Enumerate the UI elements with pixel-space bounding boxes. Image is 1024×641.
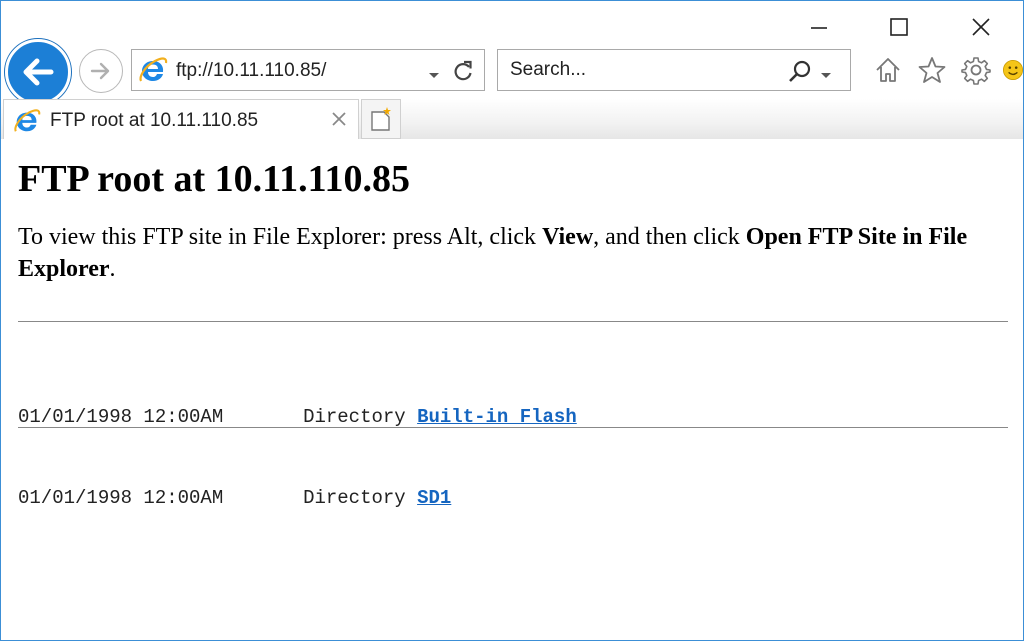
address-bar[interactable]: ftp://10.11.110.85/ — [131, 49, 485, 91]
search-icon — [789, 60, 811, 82]
close-window-button[interactable] — [961, 9, 1001, 45]
home-icon — [876, 58, 900, 82]
instructions-end: . — [109, 256, 116, 282]
instructions-text: To view this FTP site in File Explorer: … — [18, 221, 1008, 285]
close-icon — [972, 18, 990, 36]
refresh-button[interactable] — [452, 59, 474, 88]
search-dropdown-button[interactable] — [820, 67, 832, 85]
entry-date: 01/01/1998 12:00AM — [18, 406, 224, 428]
tab-ftp-root[interactable]: FTP root at 10.11.110.85 — [3, 99, 359, 139]
browser-window: ftp://10.11.110.85/ FTP r — [0, 0, 1024, 641]
favorites-star-icon — [918, 57, 946, 83]
instructions-part2: , and then click — [593, 224, 746, 250]
directory-link-sd1[interactable]: SD1 — [417, 487, 451, 509]
ie-logo-icon — [138, 55, 168, 90]
maximize-button[interactable] — [879, 9, 919, 45]
separator-top — [18, 321, 1008, 322]
settings-gear-icon — [961, 57, 991, 85]
ie-logo-icon — [13, 107, 41, 140]
tab-close-button[interactable] — [330, 110, 348, 133]
entry-type: Directory — [303, 406, 406, 428]
maximize-icon — [890, 18, 908, 36]
favorites-button[interactable] — [915, 53, 949, 87]
back-arrow-icon — [23, 58, 54, 86]
minimize-icon — [811, 27, 827, 29]
instructions-part1: To view this FTP site in File Explorer: … — [18, 224, 543, 250]
tab-close-icon — [332, 112, 346, 126]
tab-strip: FTP root at 10.11.110.85 — [1, 99, 1023, 139]
forward-arrow-icon — [90, 62, 110, 80]
page-heading: FTP root at 10.11.110.85 — [18, 158, 410, 200]
search-input[interactable] — [510, 58, 770, 82]
minimize-button[interactable] — [799, 9, 839, 45]
dropdown-icon — [821, 73, 831, 78]
back-button[interactable] — [5, 39, 71, 105]
settings-button[interactable] — [959, 53, 993, 87]
address-dropdown-button[interactable] — [428, 67, 440, 85]
entry-type: Directory — [303, 487, 406, 509]
address-url: ftp://10.11.110.85/ — [176, 60, 327, 81]
instructions-view: View — [542, 224, 594, 250]
directory-link-built-in-flash[interactable]: Built-in Flash — [417, 406, 577, 428]
list-item: 01/01/1998 12:00AM Directory SD1 — [18, 485, 577, 512]
search-box[interactable] — [497, 49, 851, 91]
new-tab-button[interactable] — [361, 99, 401, 139]
smiley-feedback-icon — [1003, 60, 1023, 80]
forward-button[interactable] — [79, 49, 123, 93]
page-content: FTP root at 10.11.110.85 To view this FT… — [18, 139, 1008, 509]
tab-title: FTP root at 10.11.110.85 — [50, 110, 259, 131]
entry-date: 01/01/1998 12:00AM — [18, 487, 224, 509]
feedback-button[interactable] — [1001, 53, 1023, 87]
separator-bottom — [18, 427, 1008, 428]
directory-listing: 01/01/1998 12:00AM Directory Built-in Fl… — [18, 350, 577, 566]
refresh-icon — [454, 60, 472, 81]
dropdown-icon — [429, 73, 439, 78]
home-button[interactable] — [871, 53, 905, 87]
search-button[interactable] — [788, 59, 812, 88]
new-tab-icon — [371, 107, 391, 131]
